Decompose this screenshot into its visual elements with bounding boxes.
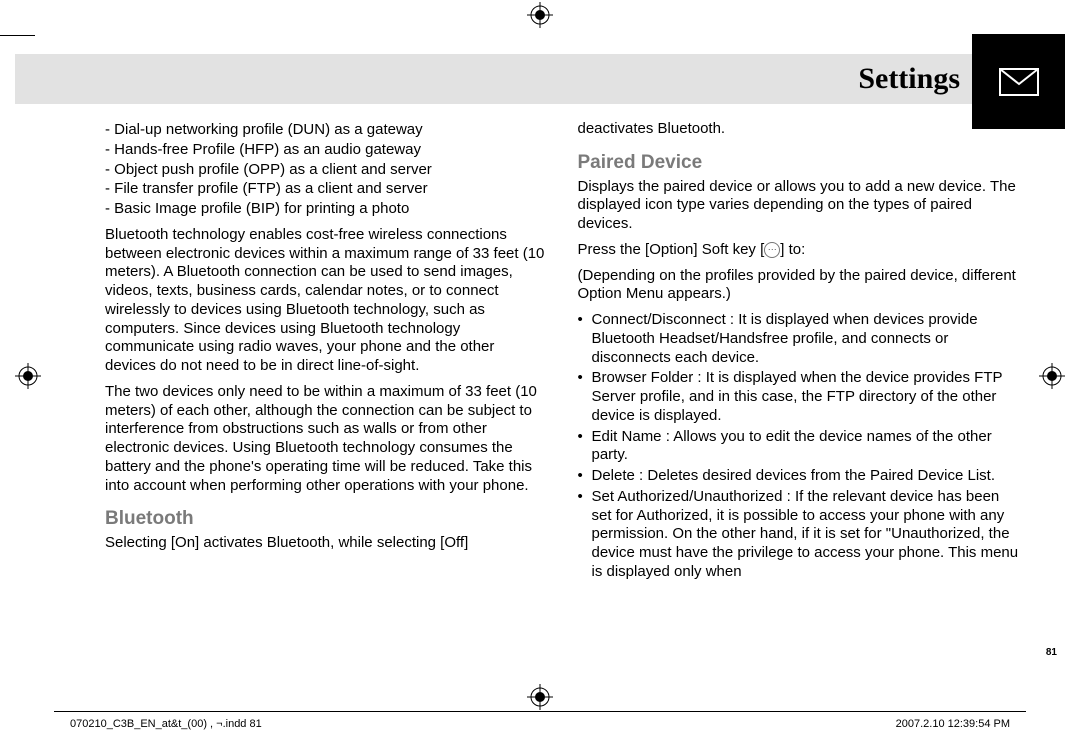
bullet-text: Browser Folder : It is displayed when th… <box>592 369 1021 425</box>
profile-item: - Object push profile (OPP) as a client … <box>105 161 548 180</box>
softkey-icon: ⋯ <box>764 242 780 258</box>
page-title: Settings <box>858 60 960 98</box>
bullet-dot-icon: • <box>578 311 592 367</box>
right-column: deactivates Bluetooth. Paired Device Dis… <box>578 120 1021 677</box>
envelope-icon <box>999 68 1039 96</box>
body-paragraph: Displays the paired device or allows you… <box>578 178 1021 234</box>
bullet-dot-icon: • <box>578 488 592 582</box>
subhead-paired-device: Paired Device <box>578 151 1021 175</box>
header-icon-box <box>972 34 1065 129</box>
bullet-dot-icon: • <box>578 467 592 486</box>
registration-mark-top <box>527 2 553 28</box>
footer-timestamp: 2007.2.10 12:39:54 PM <box>896 718 1010 732</box>
header-band: Settings <box>15 54 1065 104</box>
footer-divider <box>54 711 1026 712</box>
registration-mark-bottom <box>527 684 553 710</box>
bullet-item: •Connect/Disconnect : It is displayed wh… <box>578 311 1021 367</box>
profile-item: - Hands-free Profile (HFP) as an audio g… <box>105 141 548 160</box>
content-area: - Dial-up networking profile (DUN) as a … <box>105 120 1020 677</box>
footer: 070210_C3B_EN_at&t_(00) , ¬.indd 81 2007… <box>70 718 1010 732</box>
body-paragraph: Selecting [On] activates Bluetooth, whil… <box>105 534 548 553</box>
footer-file-info: 070210_C3B_EN_at&t_(00) , ¬.indd 81 <box>70 718 262 732</box>
body-paragraph: The two devices only need to be within a… <box>105 383 548 496</box>
bullet-item: •Edit Name : Allows you to edit the devi… <box>578 428 1021 466</box>
profile-item: - File transfer profile (FTP) as a clien… <box>105 180 548 199</box>
press-text-pre: Press the [Option] Soft key [ <box>578 241 765 258</box>
registration-mark-right <box>1039 363 1065 389</box>
registration-mark-left <box>15 363 41 389</box>
crop-mark <box>0 35 35 36</box>
subhead-bluetooth: Bluetooth <box>105 507 548 531</box>
body-paragraph: Press the [Option] Soft key [⋯] to: <box>578 241 1021 260</box>
body-paragraph: Bluetooth technology enables cost-free w… <box>105 226 548 376</box>
bullet-text: Delete : Deletes desired devices from th… <box>592 467 1021 486</box>
body-paragraph: deactivates Bluetooth. <box>578 120 1021 139</box>
body-paragraph: (Depending on the profiles provided by t… <box>578 267 1021 305</box>
profile-item: - Dial-up networking profile (DUN) as a … <box>105 121 548 140</box>
bullet-item: •Set Authorized/Unauthorized : If the re… <box>578 488 1021 582</box>
profile-item: - Basic Image profile (BIP) for printing… <box>105 200 548 219</box>
bullet-text: Connect/Disconnect : It is displayed whe… <box>592 311 1021 367</box>
bullet-item: •Browser Folder : It is displayed when t… <box>578 369 1021 425</box>
bullet-dot-icon: • <box>578 369 592 425</box>
left-column: - Dial-up networking profile (DUN) as a … <box>105 120 548 677</box>
bullet-item: •Delete : Deletes desired devices from t… <box>578 467 1021 486</box>
press-text-post: ] to: <box>780 241 805 258</box>
bullet-text: Edit Name : Allows you to edit the devic… <box>592 428 1021 466</box>
page-number: 81 <box>1046 647 1057 660</box>
bullet-text: Set Authorized/Unauthorized : If the rel… <box>592 488 1021 582</box>
bullet-dot-icon: • <box>578 428 592 466</box>
